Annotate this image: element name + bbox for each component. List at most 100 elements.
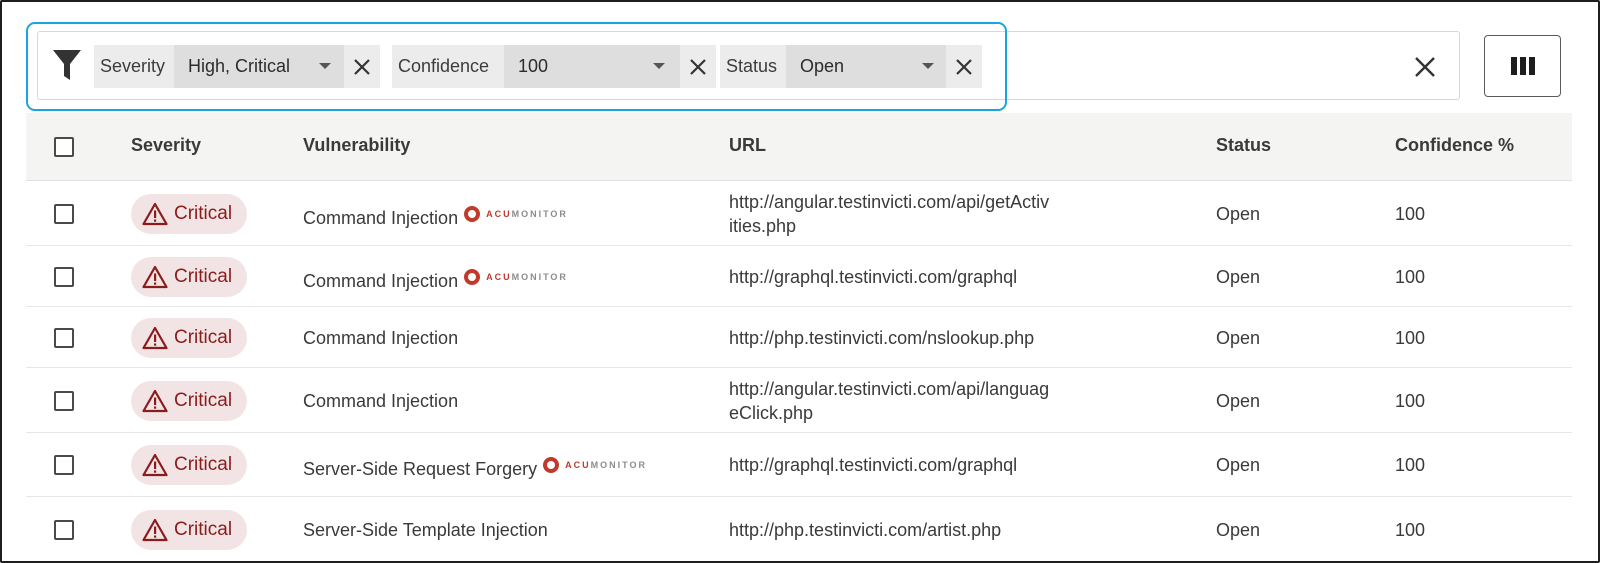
url-cell[interactable]: http://php.testinvicti.com/nslookup.php — [729, 326, 1034, 350]
severity-badge: Critical — [131, 445, 247, 485]
table-row[interactable]: Critical Command Injection ACUMONITOR http:… — [26, 181, 1572, 246]
row-select-checkbox[interactable] — [54, 455, 74, 475]
table-row[interactable]: Critical Server-Side Template Injection ht… — [26, 497, 1572, 563]
filter-funnel-icon[interactable] — [52, 48, 82, 82]
severity-label: Critical — [174, 202, 233, 224]
vulnerability-cell[interactable]: Command Injection — [303, 326, 458, 350]
vulnerability-cell[interactable]: Command Injection — [303, 389, 458, 413]
severity-badge: Critical — [131, 380, 247, 421]
severity-label: Critical — [174, 454, 233, 475]
status-cell: Open — [1216, 520, 1261, 540]
severity-label: Critical — [174, 389, 233, 411]
close-icon — [1415, 57, 1435, 77]
chevron-down-icon — [922, 63, 934, 69]
row-select-checkbox[interactable] — [54, 327, 74, 348]
url-line: http://graphql.testinvicti.com/graphql — [729, 266, 1018, 287]
severity-badge: Critical — [131, 510, 247, 550]
table-row[interactable]: Critical Command Injection http://php.test… — [26, 307, 1572, 368]
select-all-checkbox[interactable] — [54, 137, 74, 157]
acumonitor-logo-icon: ACUMONITOR — [543, 453, 647, 477]
close-icon — [956, 58, 972, 75]
url-line: http://php.testinvicti.com/artist.php — [729, 520, 1002, 540]
acumonitor-symbol-icon — [543, 457, 560, 473]
vulnerability-name: Server-Side Request Forgery — [303, 459, 538, 479]
row-select-checkbox[interactable] — [54, 390, 74, 411]
column-header-confidence[interactable]: Confidence % — [1395, 135, 1514, 156]
severity-label: Critical — [174, 519, 233, 540]
row-select-checkbox[interactable] — [54, 520, 74, 540]
column-header-vulnerability[interactable]: Vulnerability — [303, 135, 410, 156]
status-cell: Open — [1216, 266, 1261, 287]
chevron-down-icon — [319, 63, 331, 69]
confidence-cell: 100 — [1395, 327, 1426, 348]
confidence-cell: 100 — [1395, 520, 1426, 540]
url-line: http://graphql.testinvicti.com/graphql — [729, 455, 1018, 475]
url-cell[interactable]: http://graphql.testinvicti.com/graphql — [729, 453, 1017, 477]
warning-triangle-icon — [142, 202, 168, 225]
url-cell[interactable]: http://angular.testinvicti.com/api/langu… — [729, 377, 1049, 425]
filter-value-status: Open — [800, 56, 845, 76]
column-header-url[interactable]: URL — [729, 135, 766, 156]
remove-filter-severity-button[interactable] — [344, 45, 380, 88]
table-row[interactable]: Critical Server-Side Request Forgery ACUMO… — [26, 433, 1572, 497]
filter-select-confidence[interactable]: 100 — [504, 45, 680, 88]
acumonitor-logo-icon: ACUMONITOR — [464, 202, 568, 226]
vulnerability-cell[interactable]: Server-Side Request Forgery ACUMONITOR — [303, 453, 647, 481]
filter-select-status[interactable]: Open — [786, 45, 946, 88]
url-cell[interactable]: http://angular.testinvicti.com/api/getAc… — [729, 190, 1049, 238]
table-row[interactable]: Critical Command Injection http://angular.… — [26, 368, 1572, 433]
severity-badge: Critical — [131, 256, 247, 297]
column-header-status[interactable]: Status — [1216, 135, 1271, 156]
remove-filter-confidence-button[interactable] — [680, 45, 716, 88]
warning-triangle-icon — [142, 265, 168, 288]
filter-value-severity: High, Critical — [188, 56, 291, 76]
confidence-cell: 100 — [1395, 203, 1426, 224]
remove-filter-status-button[interactable] — [946, 45, 982, 88]
status-cell: Open — [1216, 390, 1261, 411]
filter-select-severity[interactable]: High, Critical — [174, 45, 344, 88]
warning-triangle-icon — [142, 453, 168, 477]
filter-chip-status: Status Open — [720, 45, 982, 88]
table-row[interactable]: Critical Command Injection ACUMONITOR http:… — [26, 246, 1572, 307]
filter-value-confidence: 100 — [518, 56, 549, 76]
url-cell[interactable]: http://graphql.testinvicti.com/graphql — [729, 265, 1017, 289]
vulnerability-cell[interactable]: Command Injection ACUMONITOR — [303, 202, 568, 230]
vulnerability-cell[interactable]: Server-Side Template Injection — [303, 518, 548, 542]
confidence-cell: 100 — [1395, 455, 1426, 475]
url-line: ities.php — [729, 215, 797, 236]
severity-badge: Critical — [131, 317, 247, 358]
vulnerability-name: Server-Side Template Injection — [303, 520, 548, 540]
acumonitor-logo-part2: MONITOR — [511, 271, 568, 282]
row-select-checkbox[interactable] — [54, 203, 74, 224]
vulnerability-cell[interactable]: Command Injection ACUMONITOR — [303, 265, 568, 293]
chevron-down-icon — [653, 63, 665, 69]
status-cell: Open — [1216, 455, 1261, 475]
acumonitor-logo-part2: MONITOR — [511, 208, 568, 219]
columns-icon — [1510, 57, 1535, 75]
warning-triangle-icon — [142, 518, 168, 542]
url-line: http://angular.testinvicti.com/api/getAc… — [729, 191, 1050, 212]
clear-filters-button[interactable] — [1413, 55, 1437, 79]
column-header-severity[interactable]: Severity — [131, 135, 201, 156]
columns-button[interactable] — [1484, 35, 1561, 97]
url-line: http://php.testinvicti.com/nslookup.php — [729, 327, 1035, 348]
acumonitor-logo-part1: ACU — [565, 460, 591, 470]
url-cell[interactable]: http://php.testinvicti.com/artist.php — [729, 518, 1001, 542]
confidence-cell: 100 — [1395, 390, 1426, 411]
filter-label-status: Status — [720, 45, 786, 88]
close-icon — [690, 58, 706, 75]
status-cell: Open — [1216, 327, 1261, 348]
vulnerability-name: Command Injection — [303, 327, 459, 348]
row-select-checkbox[interactable] — [54, 266, 74, 287]
url-line: eClick.php — [729, 402, 814, 423]
vulnerabilities-table: Severity Vulnerability URL Status Confid… — [26, 113, 1572, 563]
acumonitor-logo-part1: ACU — [486, 271, 512, 282]
acumonitor-symbol-icon — [464, 205, 481, 222]
severity-label: Critical — [174, 265, 233, 287]
severity-label: Critical — [174, 326, 233, 348]
acumonitor-symbol-icon — [464, 268, 481, 285]
acumonitor-logo-icon: ACUMONITOR — [464, 265, 568, 289]
status-cell: Open — [1216, 203, 1261, 224]
vulnerability-name: Command Injection — [303, 390, 459, 411]
warning-triangle-icon — [142, 389, 168, 412]
